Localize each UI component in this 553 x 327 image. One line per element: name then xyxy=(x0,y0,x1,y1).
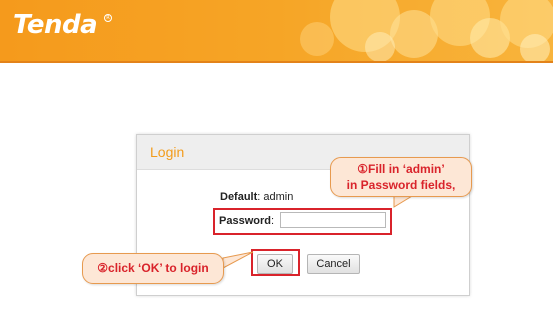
callout-step1-line1: ①Fill in ‘admin’ xyxy=(357,162,445,176)
callout-step2-text: ②click ‘OK’ to login xyxy=(97,261,209,275)
decor-bubble xyxy=(520,34,550,61)
ok-button[interactable]: OK xyxy=(257,254,293,274)
callout-step1-line2: in Password fields, xyxy=(346,178,456,192)
password-colon: : xyxy=(270,215,275,227)
registered-mark: R xyxy=(104,14,112,22)
default-credentials-hint: Default: admin xyxy=(220,191,293,203)
password-label: Password xyxy=(219,215,271,227)
tenda-logo: Tenda xyxy=(13,10,98,40)
dialog-title: Login xyxy=(150,144,185,160)
cancel-button[interactable]: Cancel xyxy=(307,254,360,274)
decor-bubble xyxy=(365,32,395,61)
password-input[interactable] xyxy=(280,212,386,228)
header-banner: Tenda R xyxy=(0,0,553,61)
password-field-label: Password: xyxy=(219,215,274,227)
callout-step1: ①Fill in ‘admin’ in Password fields, xyxy=(330,157,472,197)
decor-bubble xyxy=(300,22,334,56)
callout-step2: ②click ‘OK’ to login xyxy=(82,253,224,284)
default-value: : admin xyxy=(257,191,294,203)
default-label: Default xyxy=(220,191,258,203)
header-divider xyxy=(0,61,553,63)
